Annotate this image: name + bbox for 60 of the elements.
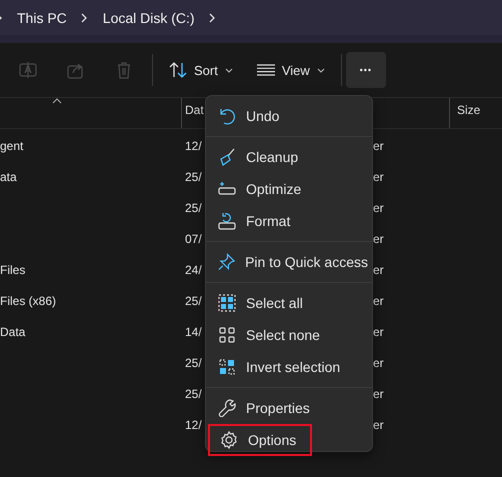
column-header[interactable]: Size	[450, 98, 488, 128]
format-icon	[218, 212, 236, 230]
share-icon	[67, 61, 85, 79]
type-cell: er	[373, 418, 384, 432]
file-name[interactable]: Files	[0, 262, 26, 276]
type-cell: er	[373, 294, 384, 308]
sort-arrows-icon	[169, 62, 187, 78]
breadcrumb-item[interactable]: Local Disk (C:)	[102, 10, 195, 26]
settings-icon	[220, 431, 238, 449]
menu-item[interactable]: Format	[208, 205, 368, 237]
broom-icon	[218, 148, 236, 166]
rename-icon	[19, 61, 37, 79]
chevron-icon[interactable]	[208, 12, 217, 22]
date-cell: 25/	[185, 294, 202, 308]
type-cell: er	[373, 262, 384, 276]
file-name[interactable]: Files (x86)	[0, 294, 56, 308]
wrench-icon	[218, 399, 236, 417]
date-cell: 14/	[185, 324, 202, 338]
chevron-icon[interactable]	[80, 12, 89, 22]
menu-item[interactable]: Undo	[208, 100, 368, 132]
chevron-down-icon	[224, 68, 233, 72]
date-cell: 07/	[185, 232, 202, 246]
menu-item[interactable]: Options	[208, 424, 312, 456]
type-cell: er	[373, 170, 384, 184]
date-cell: 25/	[185, 200, 202, 214]
undo-icon	[218, 107, 236, 125]
menu-item[interactable]: Properties	[208, 392, 368, 424]
trash-icon	[115, 61, 133, 79]
date-cell: 24/	[185, 262, 202, 276]
menu-item[interactable]: Select all	[208, 287, 368, 319]
type-cell: er	[373, 386, 384, 400]
menu-item[interactable]: Optimize	[208, 173, 368, 205]
invert-selection-icon	[218, 358, 236, 376]
grid-icon	[218, 326, 236, 344]
date-cell: 25/	[185, 356, 202, 370]
type-cell: er	[373, 200, 384, 214]
menu-item[interactable]: Pin to Quick access	[208, 246, 368, 278]
select-all-icon	[218, 294, 236, 312]
menu-item[interactable]: Select none	[208, 319, 368, 351]
date-cell: 25/	[185, 170, 202, 184]
chevron-down-icon	[316, 68, 325, 72]
menu-item[interactable]: Invert selection	[208, 351, 368, 383]
breadcrumb-item[interactable]: This PC	[17, 10, 67, 26]
type-cell: er	[373, 138, 384, 152]
more-options-button[interactable]: •••	[346, 52, 386, 88]
sort-caret-icon	[52, 98, 62, 104]
menu-item[interactable]: Cleanup	[208, 141, 368, 173]
date-cell: 25/	[185, 386, 202, 400]
type-cell: er	[373, 356, 384, 370]
type-cell: er	[373, 232, 384, 246]
date-cell: 12/	[185, 138, 202, 152]
sort-button[interactable]: Sort	[157, 52, 245, 88]
type-cell: er	[373, 324, 384, 338]
date-cell: 12/	[185, 418, 202, 432]
view-button[interactable]: View	[244, 52, 337, 88]
pin-icon	[218, 253, 236, 271]
file-name[interactable]: Data	[0, 324, 26, 338]
file-name[interactable]: ata	[0, 170, 17, 184]
lines-icon	[256, 64, 275, 76]
file-name[interactable]: gent	[0, 138, 24, 152]
